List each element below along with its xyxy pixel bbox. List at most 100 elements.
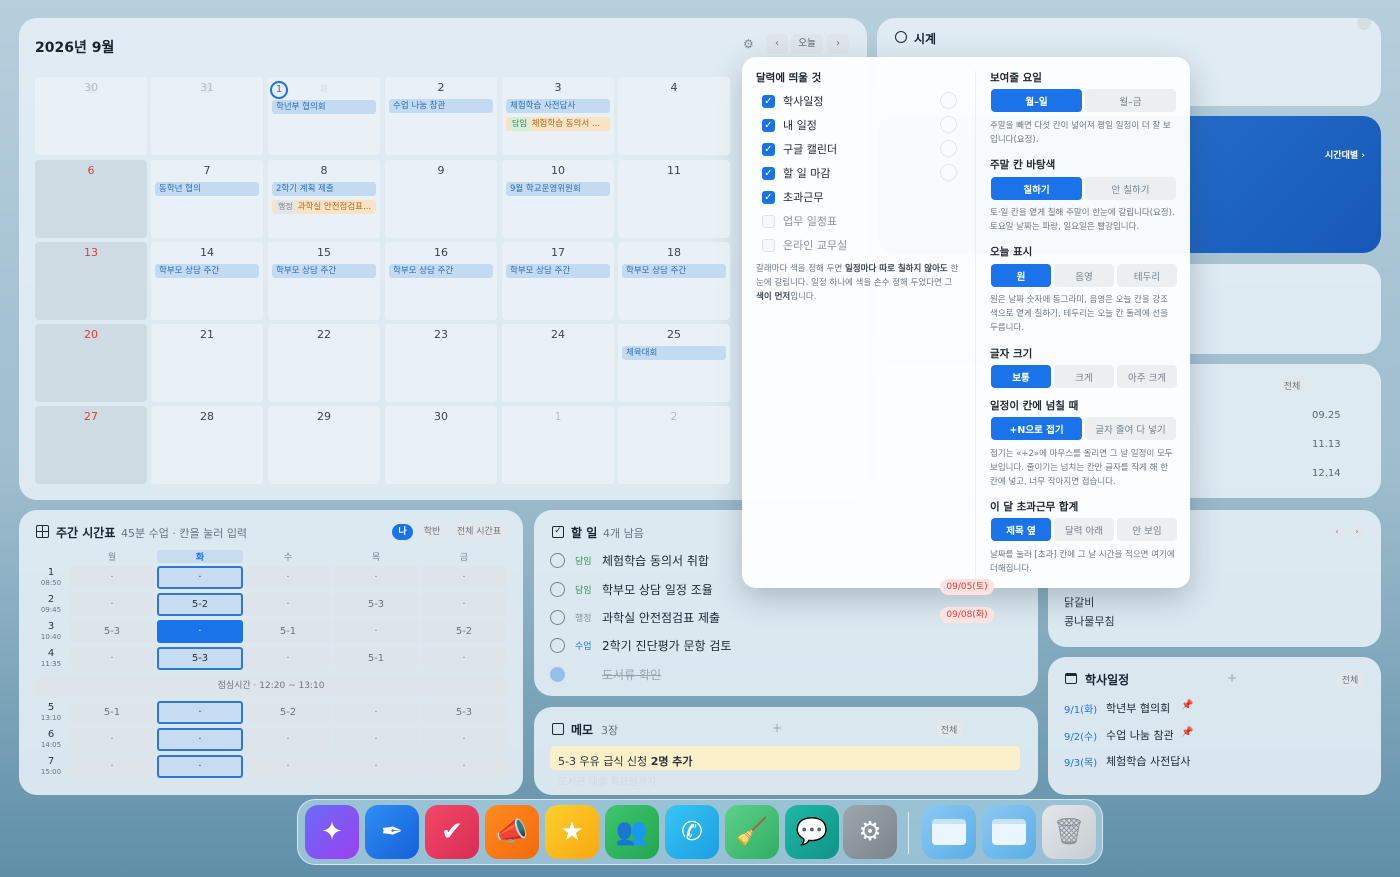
- todo-checkbox[interactable]: [550, 582, 565, 597]
- timetable-cell[interactable]: ·: [333, 755, 419, 778]
- setting-option-button[interactable]: +N으로 접기: [991, 417, 1082, 440]
- calendar-day-cell[interactable]: 20: [35, 324, 147, 402]
- chat-app-icon[interactable]: 💬: [785, 805, 839, 859]
- today-button[interactable]: 오늘: [791, 34, 823, 54]
- lunch-next-button[interactable]: ›: [1350, 525, 1364, 539]
- timetable-cell[interactable]: ·: [333, 566, 419, 589]
- calendar-event[interactable]: 학부모 상담 주간: [272, 264, 376, 278]
- setting-option-button[interactable]: 월–일: [991, 89, 1082, 112]
- calendar-event[interactable]: 동학년 협의: [155, 182, 259, 196]
- folder-app-icon[interactable]: [982, 805, 1036, 859]
- calendar-event[interactable]: 학년부 협의회: [272, 100, 376, 114]
- todo-item[interactable]: 도서류 확인: [550, 666, 661, 683]
- timetable-cell[interactable]: ·: [333, 701, 419, 724]
- setting-option-button[interactable]: 테두리: [1117, 264, 1177, 287]
- timetable-cell[interactable]: ·: [421, 566, 507, 589]
- todo-checkbox[interactable]: [550, 667, 565, 682]
- calendar-day-cell[interactable]: 2 수업 나눔 참관: [385, 77, 497, 155]
- setting-option-button[interactable]: 보통: [991, 365, 1051, 388]
- calendar-day-cell[interactable]: 16 학부모 상담 주간: [385, 242, 497, 320]
- calendar-day-cell[interactable]: 7 동학년 협의: [151, 160, 263, 238]
- calendar-day-cell[interactable]: 25 체육대회: [618, 324, 730, 402]
- calendar-event[interactable]: 2학기 계획 제출: [272, 182, 376, 196]
- todo-item[interactable]: 수업 2학기 진단평가 문항 검토: [550, 637, 731, 654]
- display-toggle-checkbox[interactable]: 업무 일정표: [762, 213, 837, 229]
- calendar-day-cell[interactable]: 27: [35, 406, 147, 484]
- tab-class[interactable]: 학반: [418, 524, 446, 540]
- memo-all-button[interactable]: 전체: [935, 721, 963, 738]
- timetable-cell[interactable]: ·: [157, 701, 243, 724]
- timetable-cell[interactable]: 5-1: [245, 620, 331, 643]
- timetable-cell[interactable]: ·: [421, 593, 507, 616]
- color-picker-button[interactable]: [940, 140, 957, 157]
- display-toggle-checkbox[interactable]: ✓ 초과근무: [762, 189, 823, 205]
- schedule-item[interactable]: 수업 나눔 참관: [1106, 727, 1174, 743]
- todo-checkbox[interactable]: [550, 638, 565, 653]
- pen-app-icon[interactable]: ✒: [365, 805, 419, 859]
- calendar-event[interactable]: 수업 나눔 참관: [389, 99, 493, 113]
- setting-option-button[interactable]: 제목 옆: [991, 518, 1051, 541]
- phone-app-icon[interactable]: ✆: [665, 805, 719, 859]
- calendar-day-cell[interactable]: 14 학부모 상담 주간: [151, 242, 263, 320]
- calendar-day-cell[interactable]: 30: [35, 77, 147, 155]
- timetable-cell[interactable]: 5-1: [69, 701, 155, 724]
- timetable-cell[interactable]: 5-2: [157, 593, 243, 616]
- display-toggle-checkbox[interactable]: 온라인 교무실: [762, 237, 847, 253]
- setting-option-button[interactable]: 글자 줄여 다 넣기: [1085, 417, 1176, 440]
- broom-app-icon[interactable]: 🧹: [725, 805, 779, 859]
- schedule-all-button[interactable]: 전체: [1336, 671, 1364, 688]
- display-toggle-checkbox[interactable]: ✓ 학사일정: [762, 93, 823, 109]
- widget-close-icon[interactable]: [1357, 18, 1371, 30]
- timetable-cell[interactable]: ·: [157, 728, 243, 751]
- calendar-event[interactable]: 학부모 상담 주간: [506, 264, 610, 278]
- timetable-cell[interactable]: ·: [421, 728, 507, 751]
- calendar-day-cell[interactable]: 13: [35, 242, 147, 320]
- settings-app-icon[interactable]: ⚙: [843, 805, 897, 859]
- calendar-day-cell[interactable]: 1: [502, 406, 614, 484]
- setting-option-button[interactable]: 원: [991, 264, 1051, 287]
- timetable-cell[interactable]: ·: [157, 620, 243, 643]
- setting-option-button[interactable]: 칠하기: [991, 177, 1082, 200]
- timetable-cell[interactable]: 5-3: [157, 647, 243, 670]
- calendar-event[interactable]: 9월 학교운영위원회: [506, 182, 610, 196]
- tab-all-timetable[interactable]: 전체 시간표: [451, 524, 507, 540]
- calendar-event[interactable]: 학부모 상담 주간: [155, 264, 259, 278]
- lunch-prev-button[interactable]: ‹: [1330, 525, 1344, 539]
- timetable-cell[interactable]: 5-3: [421, 701, 507, 724]
- timetable-cell[interactable]: ·: [245, 593, 331, 616]
- display-toggle-checkbox[interactable]: ✓ 구글 캘린더: [762, 141, 837, 157]
- ai-sparkle-app-icon[interactable]: ✦: [305, 805, 359, 859]
- timetable-cell[interactable]: ·: [69, 728, 155, 751]
- timetable-cell[interactable]: ·: [245, 755, 331, 778]
- schedule-item[interactable]: 학년부 협의회: [1106, 700, 1170, 716]
- star-app-icon[interactable]: ★: [545, 805, 599, 859]
- calendar-day-cell[interactable]: 9: [385, 160, 497, 238]
- calendar-event[interactable]: 행정 과학실 안전점검표...: [272, 200, 376, 214]
- schedule-item[interactable]: 체험학습 사전답사: [1106, 753, 1190, 769]
- timetable-cell[interactable]: ·: [245, 728, 331, 751]
- timetable-cell[interactable]: 5-1: [333, 647, 419, 670]
- setting-option-button[interactable]: 안 보임: [1117, 518, 1177, 541]
- timetable-cell[interactable]: ·: [69, 593, 155, 616]
- calendar-event[interactable]: 체육대회: [622, 346, 726, 360]
- timetable-cell[interactable]: ·: [421, 647, 507, 670]
- setting-option-button[interactable]: 크게: [1054, 365, 1114, 388]
- timetable-cell[interactable]: ·: [421, 755, 507, 778]
- tab-me[interactable]: 나: [392, 524, 413, 540]
- timetable-cell[interactable]: ·: [245, 566, 331, 589]
- todo-checkbox[interactable]: [550, 553, 565, 568]
- schedule-add-button[interactable]: +: [1227, 671, 1237, 685]
- settings-gear-icon[interactable]: ⚙: [743, 37, 754, 51]
- calendar-day-cell[interactable]: 3 체험학습 사전답사 담임 체험학습 동의서 ...: [502, 77, 614, 155]
- calendar-day-cell[interactable]: 22: [268, 324, 380, 402]
- people-app-icon[interactable]: 👥: [605, 805, 659, 859]
- list-all-button[interactable]: 전체: [1278, 377, 1306, 394]
- color-picker-button[interactable]: [940, 92, 957, 109]
- calendar-day-cell[interactable]: 23: [385, 324, 497, 402]
- calendar-day-cell[interactable]: 2: [618, 406, 730, 484]
- todo-checkbox[interactable]: [550, 610, 565, 625]
- timetable-cell[interactable]: 5-2: [245, 701, 331, 724]
- megaphone-app-icon[interactable]: 📣: [485, 805, 539, 859]
- display-toggle-checkbox[interactable]: ✓ 할 일 마감: [762, 165, 830, 181]
- calendar-day-cell[interactable]: 29: [268, 406, 380, 484]
